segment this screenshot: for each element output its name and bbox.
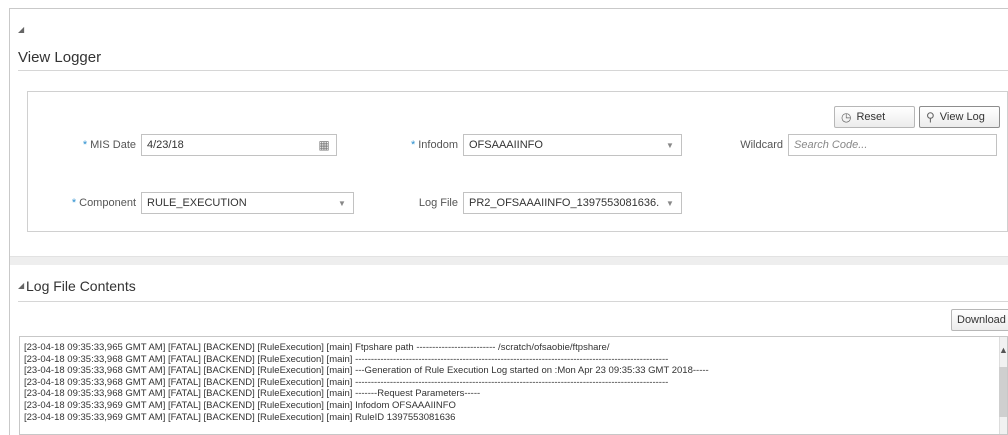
required-marker: *: [82, 139, 88, 151]
mis-date-field[interactable]: 4/23/18 ▦: [141, 134, 337, 156]
search-icon: ⚲: [926, 110, 935, 124]
chevron-down-icon: ▼: [666, 198, 674, 208]
log-line: [23-04-18 09:35:33,969 GMT AM] [FATAL] […: [24, 411, 456, 423]
mis-date-value: 4/23/18: [147, 139, 184, 151]
infodom-label: * Infodom: [410, 139, 458, 151]
title-divider: [18, 70, 1008, 71]
mis-date-label: * MIS Date: [82, 139, 136, 151]
log-section-divider: [18, 301, 1008, 302]
log-line: [23-04-18 09:35:33,969 GMT AM] [FATAL] […: [24, 399, 456, 411]
scroll-up-icon[interactable]: ▲: [999, 345, 1007, 355]
download-button-label: Download: [957, 314, 1006, 326]
download-button[interactable]: Download: [951, 309, 1008, 331]
log-file-value: PR2_OFSAAAIINFO_1397553081636...: [469, 197, 659, 209]
wildcard-label: Wildcard: [740, 139, 783, 151]
component-label: * Component: [71, 197, 136, 209]
section-separator: [10, 256, 1008, 265]
log-file-label: Log File: [418, 197, 458, 209]
log-lines: [23-04-18 09:35:33,965 GMT AM] [FATAL] […: [24, 342, 709, 423]
chevron-down-icon: ▼: [338, 198, 346, 208]
wildcard-search-input[interactable]: Search Code...: [788, 134, 997, 156]
reset-button-label: Reset: [856, 111, 886, 123]
log-section-collapse-icon[interactable]: ◢: [18, 281, 24, 290]
infodom-value: OFSAAAIINFO: [469, 139, 543, 151]
collapse-toggle-icon[interactable]: ◢: [18, 25, 24, 34]
page-title: View Logger: [18, 49, 102, 66]
log-content-area[interactable]: [23-04-18 09:35:33,965 GMT AM] [FATAL] […: [19, 336, 1008, 435]
log-scrollbar[interactable]: ▲: [999, 337, 1007, 434]
scroll-thumb[interactable]: [999, 367, 1007, 417]
log-file-select[interactable]: PR2_OFSAAAIINFO_1397553081636... ▼: [463, 192, 682, 214]
chevron-down-icon: ▼: [666, 140, 674, 150]
infodom-select[interactable]: OFSAAAIINFO ▼: [463, 134, 682, 156]
component-select[interactable]: RULE_EXECUTION ▼: [141, 192, 354, 214]
required-marker: *: [71, 197, 77, 209]
log-section-title: Log File Contents: [26, 278, 136, 294]
log-line: [23-04-18 09:35:33,968 GMT AM] [FATAL] […: [24, 365, 709, 377]
log-line: [23-04-18 09:35:33,965 GMT AM] [FATAL] […: [24, 342, 610, 353]
component-value: RULE_EXECUTION: [147, 197, 247, 209]
log-line: [23-04-18 09:35:33,968 GMT AM] [FATAL] […: [24, 353, 669, 365]
reset-button[interactable]: ◷ Reset: [834, 106, 915, 128]
wildcard-placeholder: Search Code...: [794, 139, 868, 151]
clock-icon: ◷: [841, 110, 852, 124]
calendar-icon[interactable]: ▦: [312, 138, 336, 152]
required-marker: *: [410, 139, 416, 151]
log-line: [23-04-18 09:35:33,968 GMT AM] [FATAL] […: [24, 376, 669, 388]
log-line: [23-04-18 09:35:33,968 GMT AM] [FATAL] […: [24, 388, 481, 400]
view-log-button-label: View Log: [939, 111, 985, 123]
view-log-button[interactable]: ⚲ View Log: [919, 106, 1000, 128]
